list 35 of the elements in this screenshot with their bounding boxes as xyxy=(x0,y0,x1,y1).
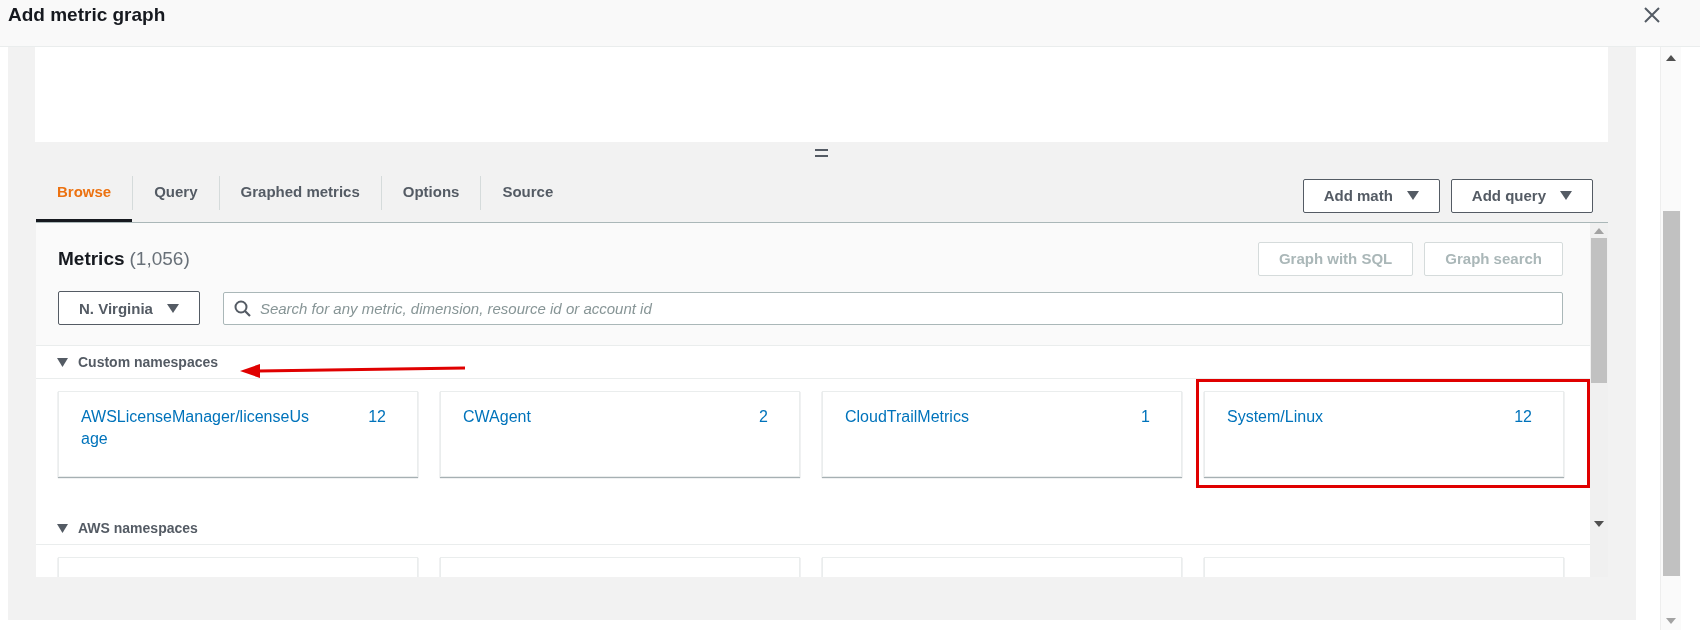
namespace-link[interactable]: System/Linux xyxy=(1227,406,1455,476)
metric-count: 12 xyxy=(368,407,386,427)
scrollbar[interactable] xyxy=(1660,47,1681,630)
namespace-card[interactable]: CWAgent 2 xyxy=(440,391,800,477)
tab[interactable]: Options xyxy=(381,164,481,222)
caret-icon xyxy=(166,303,179,313)
search-field[interactable]: Search for any metric, dimension, resource id or account id xyxy=(222,291,1563,325)
resize-handle-icon[interactable] xyxy=(815,149,828,157)
namespace-link[interactable]: AWSLicenseManager/licenseUsage xyxy=(81,406,309,476)
expand-triangle-icon[interactable] xyxy=(57,523,68,533)
caret-icon xyxy=(1560,191,1572,200)
region-dropdown[interactable]: N. Virginia xyxy=(58,291,200,325)
scroll-down-icon[interactable] xyxy=(1594,521,1604,527)
dialog-title: Add metric graph xyxy=(8,4,166,26)
metric-count: 1 xyxy=(1141,407,1150,427)
namespace-link[interactable]: CloudTrailMetrics xyxy=(845,406,1073,476)
expand-triangle-icon[interactable] xyxy=(57,357,68,367)
tab[interactable]: Source xyxy=(481,164,575,222)
metric-count: 12 xyxy=(1514,407,1532,427)
tab[interactable]: Query xyxy=(133,164,219,222)
namespace-card[interactable]: AWSLicenseManager/licenseUsage 12 xyxy=(58,391,418,477)
namespace-card[interactable]: System/Linux 12 xyxy=(1204,391,1564,477)
namespace-link[interactable]: CWAgent xyxy=(463,406,691,476)
caret-icon xyxy=(1406,191,1419,200)
scroll-up-icon[interactable] xyxy=(1666,55,1676,61)
close-icon[interactable] xyxy=(1644,7,1660,23)
metrics-heading: Metrics xyxy=(58,247,125,270)
tab[interactable]: Graphed metrics xyxy=(219,164,381,222)
metric-count: 2 xyxy=(759,407,768,427)
dropdown-button[interactable]: Add query xyxy=(1450,178,1593,213)
section-heading[interactable]: AWS namespaces xyxy=(78,520,198,536)
namespace-card[interactable]: CloudTrailMetrics 1 xyxy=(822,391,1182,477)
metrics-count: (1,056) xyxy=(129,247,190,270)
section-heading[interactable]: Custom namespaces xyxy=(78,354,219,370)
dropdown-button[interactable]: Add math xyxy=(1302,178,1440,213)
